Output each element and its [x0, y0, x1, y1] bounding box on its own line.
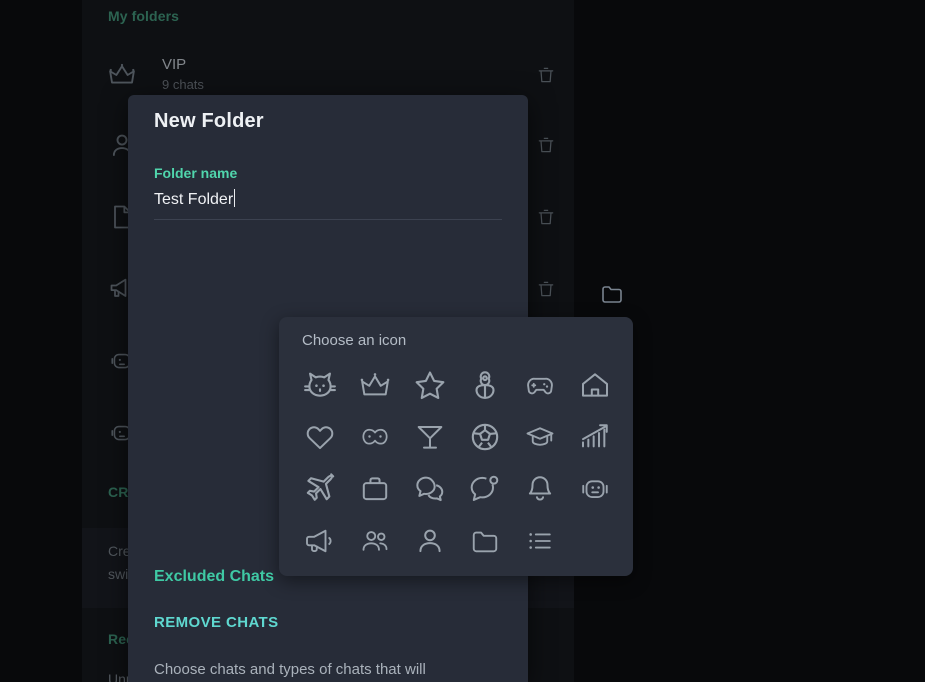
flower-icon[interactable]: [457, 359, 512, 411]
folder-name-input[interactable]: Test Folder: [154, 189, 236, 209]
star-icon[interactable]: [402, 359, 457, 411]
chart-up-icon[interactable]: [567, 411, 622, 463]
input-underline: [154, 219, 502, 220]
megaphone-icon[interactable]: [292, 515, 347, 567]
airplane-icon[interactable]: [292, 463, 347, 515]
hint-line-1: Choose chats and types of chats that wil…: [154, 661, 426, 678]
excluded-chats-hint: Choose chats and types of chats that wil…: [154, 659, 484, 682]
text-cursor: [234, 189, 236, 207]
home-icon[interactable]: [567, 359, 622, 411]
chats-icon[interactable]: [402, 463, 457, 515]
soccer-ball-icon[interactable]: [457, 411, 512, 463]
bot-icon[interactable]: [567, 463, 622, 515]
gamepad-icon[interactable]: [512, 359, 567, 411]
new-folder-dialog: New Folder Folder name Test Folder Choos…: [128, 95, 633, 682]
icon-picker-popup: Choose an icon: [279, 317, 633, 576]
folder-icon[interactable]: [457, 515, 512, 567]
briefcase-icon[interactable]: [347, 463, 402, 515]
cat-icon[interactable]: [292, 359, 347, 411]
excluded-chats-heading: Excluded Chats: [154, 568, 275, 585]
chat-unread-icon[interactable]: [457, 463, 512, 515]
bell-icon[interactable]: [512, 463, 567, 515]
folder-name-label: Folder name: [154, 165, 238, 181]
dialog-title: New Folder: [154, 110, 264, 132]
folder-icon-button[interactable]: [596, 279, 628, 309]
crown-icon[interactable]: [347, 359, 402, 411]
cocktail-icon[interactable]: [402, 411, 457, 463]
folder-name-input-text: Test Folder: [154, 191, 234, 208]
screen: My folders VIP 9 chats New Folder Folder…: [0, 0, 925, 682]
graduation-cap-icon[interactable]: [512, 411, 567, 463]
icon-grid: [292, 359, 622, 567]
mask-icon[interactable]: [347, 411, 402, 463]
list-icon[interactable]: [512, 515, 567, 567]
icon-picker-title: Choose an icon: [302, 332, 407, 349]
user-icon[interactable]: [402, 515, 457, 567]
group-icon[interactable]: [347, 515, 402, 567]
remove-chats-button[interactable]: REMOVE CHATS: [154, 614, 279, 631]
heart-icon[interactable]: [292, 411, 347, 463]
